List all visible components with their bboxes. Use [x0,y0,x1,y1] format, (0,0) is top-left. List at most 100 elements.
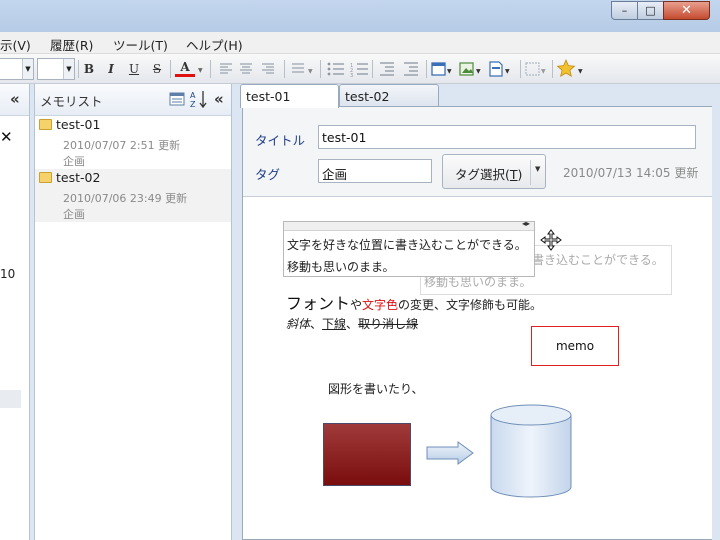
memo-title: test-01 [56,117,101,132]
italic-sample: 斜体 [286,317,311,331]
left-pane-value: 10 [0,267,16,281]
chevron-down-icon[interactable]: ▼ [198,67,203,74]
bold-button[interactable]: B [79,60,99,78]
svg-text:▼: ▼ [578,68,583,75]
memo-list-header: メモリスト A Z « [35,84,231,116]
memo-text-box[interactable]: memo [531,326,619,366]
memo-properties: タイトル test-01 タグ 企画 タグ選択(T) ▼ 2010/07/13 … [243,107,715,197]
left-pane-selection[interactable] [0,390,21,408]
svg-text:3: 3 [350,73,353,77]
button-divider [530,160,531,185]
collapse-icon[interactable]: « [10,90,20,108]
cylinder-shape[interactable] [489,403,573,499]
memo-updated: 2010/07/07 2:51 更新 [63,139,181,152]
left-pane: « ✕ 10 [0,84,30,540]
tag-label: タグ [255,167,281,182]
svg-text:▼: ▼ [505,68,510,75]
svg-text:▼: ▼ [476,68,481,75]
chevron-down-icon[interactable]: ▼ [535,165,540,173]
tab-test-02[interactable]: test-02 [339,84,439,107]
line-spacing-icon[interactable]: ▼ [290,62,316,76]
toolbar-divider [520,60,521,78]
rectangle-shape[interactable] [323,423,411,486]
toolbar-divider [210,60,211,78]
underline-button[interactable]: U [124,60,144,78]
font-color-button[interactable]: A [175,60,195,77]
title-bar: – □ ✕ [0,0,720,32]
close-button[interactable]: ✕ [663,1,710,20]
font-sample-big: フォント [286,294,351,313]
memo-updated: 2010/07/06 23:49 更新 [63,192,188,205]
drag-handle[interactable]: ◂▸ [284,219,534,231]
folder-icon [39,119,52,130]
arrow-shape[interactable] [426,441,476,465]
text-box-line: 移動も思いのまま。 [287,260,395,274]
title-label: タイトル [255,133,306,148]
tag-input[interactable]: 企画 [318,159,432,183]
tab-test-01[interactable]: test-01 [240,84,339,108]
tag-select-button[interactable]: タグ選択(T) ▼ [442,154,546,189]
chevron-down-icon: ▼ [63,59,74,79]
tab-label: test-01 [246,89,291,104]
menu-history[interactable]: 履歴(R) [50,35,93,54]
menu-tools[interactable]: ツール(T) [113,35,168,54]
svg-text:A: A [190,91,196,100]
font-sample-line: フォントや文字色の変更、文字修飾も可能。 [286,294,543,313]
insert-shape-icons[interactable]: ▼ ▼ ▼ [430,60,520,78]
pen-icon[interactable]: ▼ [524,60,552,78]
move-cursor-icon [540,229,562,251]
underline-sample: 下線 [322,317,347,331]
list-icon[interactable]: 123 [326,61,374,77]
style-sample-line: 斜体、下線、取り消し線 [286,317,419,331]
tab-label: test-02 [345,89,390,104]
align-left-icon[interactable] [218,62,278,76]
right-edge [712,84,720,540]
svg-text:Z: Z [190,100,196,109]
memo-title: test-02 [56,170,101,185]
format-toolbar: ▼ ▼ B I U S A ▼ ▼ 1 2 3 ▼ ▼ ▼ ▼ ▼ [0,54,720,84]
memo-list-title: メモリスト [40,94,103,109]
toolbar-divider [426,60,427,78]
indent-icon[interactable] [378,61,422,77]
italic-button[interactable]: I [101,60,121,78]
maximize-button[interactable]: □ [637,1,664,20]
toolbar-divider [170,60,171,78]
menu-bar: 示(V) 履歴(R) ツール(T) ヘルプ(H) [0,32,720,54]
minimize-icon: – [621,4,628,17]
menu-help[interactable]: ヘルプ(H) [186,35,243,54]
font-name-combo[interactable]: ▼ [0,58,34,80]
menu-view[interactable]: 示(V) [0,35,31,54]
toolbar-divider [284,60,285,78]
folder-icon [39,172,52,183]
updated-timestamp: 2010/07/13 14:05 更新 [563,166,699,180]
toolbar-divider [320,60,321,78]
text-box-line: 文字を好きな位置に書き込むことができる。 [287,238,527,252]
svg-text:▼: ▼ [308,68,313,75]
list-view-icon[interactable] [169,91,185,107]
title-input[interactable]: test-01 [318,125,696,149]
list-item[interactable]: test-02 2010/07/06 23:49 更新 企画 [35,169,231,222]
text-box[interactable]: ◂▸ 文字を好きな位置に書き込むことができる。 移動も思いのまま。 [283,219,535,277]
star-icon[interactable]: ▼ [557,59,589,79]
left-pane-header: « [0,84,29,116]
sort-icon[interactable]: A Z [190,89,208,109]
editor-page: タイトル test-01 タグ 企画 タグ選択(T) ▼ 2010/07/13 … [242,106,716,540]
strikethrough-button[interactable]: S [147,60,167,78]
list-item[interactable]: test-01 2010/07/07 2:51 更新 企画 [35,116,231,169]
tag-select-label: タグ選択(T) [455,167,523,182]
collapse-icon[interactable]: « [214,90,224,108]
toolbar-divider [372,60,373,78]
font-sample-red: 文字色 [362,298,399,312]
font-size-combo[interactable]: ▼ [37,58,75,80]
shape-caption: 図形を書いたり、 [328,382,424,396]
close-icon[interactable]: ✕ [0,128,13,146]
svg-text:▼: ▼ [447,68,452,75]
close-icon: ✕ [681,3,692,18]
strike-sample: 取り消し線 [358,317,419,331]
resize-icon: ◂▸ [521,219,530,228]
toolbar-divider [552,60,553,78]
memo-canvas[interactable]: 文字を好きな位置に書き込むことができる。 移動も思いのまま。 ◂▸ 文字を好きな… [243,197,715,539]
memo-list-pane: メモリスト A Z « test-01 2010/07/07 2:51 更新 企… [34,84,232,540]
minimize-button[interactable]: – [611,1,638,20]
memo-tag: 企画 [63,155,85,168]
